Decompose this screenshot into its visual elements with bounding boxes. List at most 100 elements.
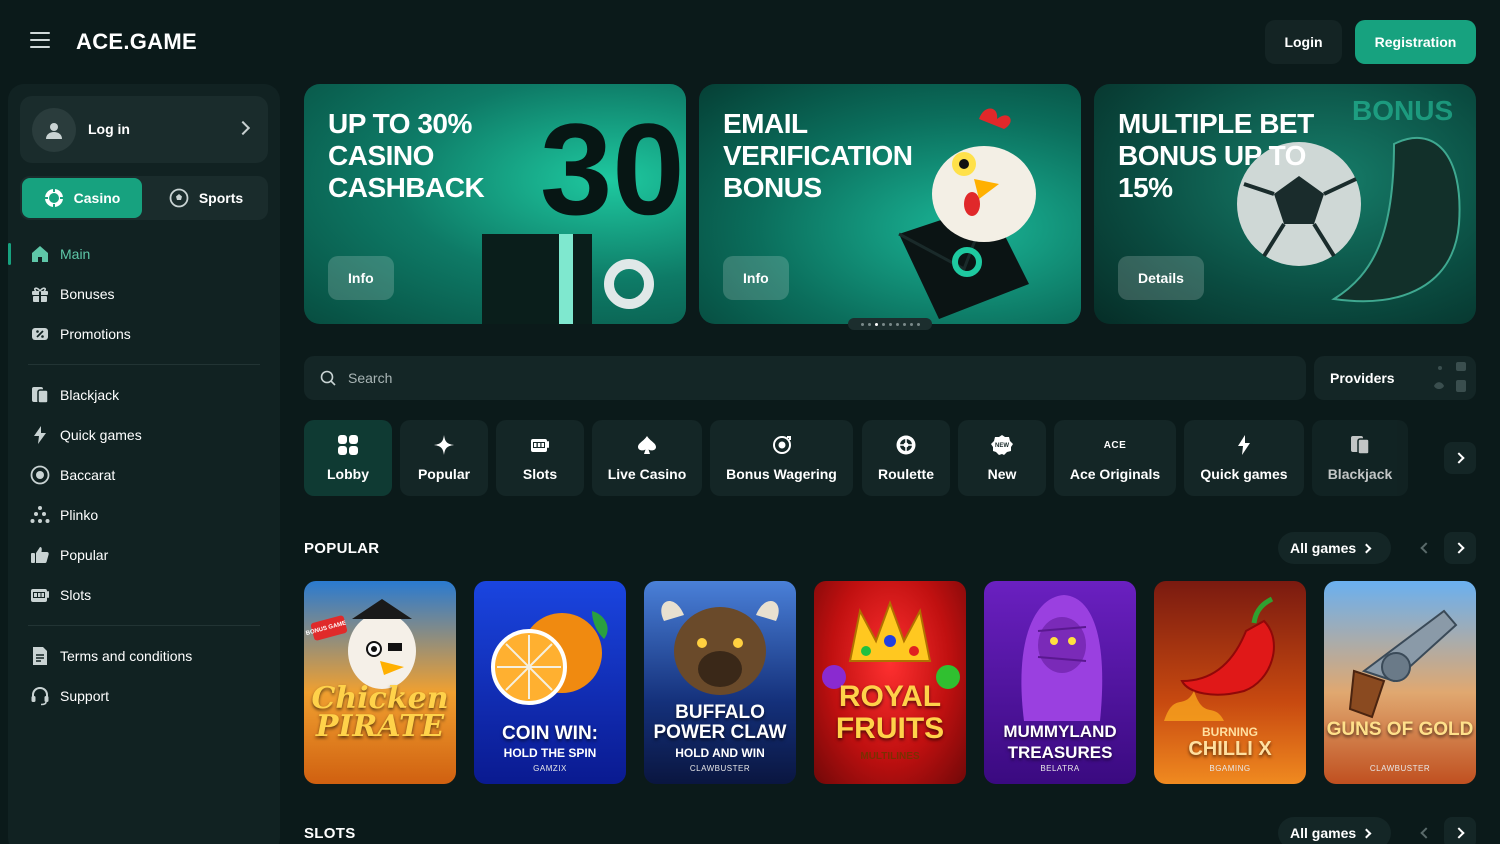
sidebar-item-label: Quick games <box>60 427 142 443</box>
home-icon <box>30 244 50 264</box>
carousel-pagination[interactable] <box>848 318 932 330</box>
banner-details-button[interactable]: Details <box>1118 256 1204 300</box>
sidebar-item-popular[interactable]: Popular <box>8 535 280 575</box>
banner-cashback[interactable]: 30 UP TO 30% CASINO CASHBACK Info <box>304 84 686 324</box>
sidebar-divider <box>28 364 260 365</box>
banner-email-verification[interactable]: EMAIL VERIFICATION BONUS Info <box>699 84 1081 324</box>
carousel-dot[interactable] <box>895 322 899 326</box>
sidebar: Log in Casino Sports Main Bonuses Promot… <box>8 84 280 844</box>
login-button[interactable]: Login <box>1265 20 1342 64</box>
category-quick-games[interactable]: Quick games <box>1184 420 1304 496</box>
sidebar-item-main[interactable]: Main <box>8 234 280 274</box>
category-label: Bonus Wagering <box>726 466 837 482</box>
ticket-icon <box>30 324 50 344</box>
sidebar-item-slots[interactable]: Slots <box>8 575 280 615</box>
game-subtitle: CHILLI X <box>1188 738 1272 760</box>
headset-icon <box>30 686 50 706</box>
providers-icons <box>1434 362 1466 392</box>
slots-prev-button[interactable] <box>1408 817 1440 844</box>
category-blackjack[interactable]: Blackjack <box>1312 420 1408 496</box>
top-header: ACE.GAME Login Registration <box>0 0 1500 84</box>
slots-all-games-button[interactable]: All games <box>1278 817 1391 844</box>
footer-nav: Terms and conditions Support <box>8 636 280 716</box>
sidebar-item-label: Promotions <box>60 326 131 342</box>
popular-all-games-button[interactable]: All games <box>1278 532 1391 564</box>
sidebar-item-label: Main <box>60 246 91 262</box>
section-title-popular: POPULAR <box>304 540 380 557</box>
svg-text:NEW: NEW <box>995 443 1009 449</box>
carousel-dot[interactable] <box>860 322 864 326</box>
carousel-dot[interactable] <box>902 322 906 326</box>
category-bonus-wagering[interactable]: Bonus Wagering <box>710 420 853 496</box>
category-slots[interactable]: Slots <box>496 420 584 496</box>
game-card-burning-chilli-x[interactable]: BURNING CHILLI X BGAMING <box>1154 581 1306 784</box>
carousel-dot[interactable] <box>909 322 913 326</box>
category-popular[interactable]: Popular <box>400 420 488 496</box>
chevron-right-icon <box>1361 543 1372 553</box>
game-card-guns-of-gold[interactable]: GUNS OF GOLD CLAWBUSTER <box>1324 581 1476 784</box>
cards-icon <box>1349 434 1371 456</box>
carousel-dot[interactable] <box>874 322 878 326</box>
carousel-dot[interactable] <box>881 322 885 326</box>
category-roulette[interactable]: Roulette <box>862 420 950 496</box>
lightning-icon <box>30 425 50 445</box>
search-input[interactable]: Search <box>304 356 1306 400</box>
sidebar-item-label: Slots <box>60 587 92 603</box>
game-card-buffalo-power-claw[interactable]: BUFFALO POWER CLAW HOLD AND WIN CLAWBUST… <box>644 581 796 784</box>
carousel-dot[interactable] <box>888 322 892 326</box>
registration-button[interactable]: Registration <box>1355 20 1476 64</box>
category-new[interactable]: NEW New <box>958 420 1046 496</box>
game-subtitle: MULTILINES <box>860 751 920 762</box>
slots-next-button[interactable] <box>1444 817 1476 844</box>
all-games-label: All games <box>1290 825 1357 841</box>
category-label: Slots <box>522 466 558 482</box>
casino-tab[interactable]: Casino <box>22 178 142 218</box>
thumbs-up-icon <box>30 545 50 565</box>
sidebar-item-blackjack[interactable]: Blackjack <box>8 375 280 415</box>
game-title: COIN WIN: <box>501 723 599 744</box>
game-card-coin-win[interactable]: COIN WIN: HOLD THE SPIN GAMZIX <box>474 581 626 784</box>
gift-icon <box>30 284 50 304</box>
chevron-right-icon <box>1361 828 1372 838</box>
banner-title: UP TO 30% CASINO CASHBACK <box>328 108 485 203</box>
popular-next-button[interactable] <box>1444 532 1476 564</box>
category-label: Blackjack <box>1327 466 1393 482</box>
providers-dropdown[interactable]: Providers <box>1314 356 1476 400</box>
sports-tab[interactable]: Sports <box>146 178 266 218</box>
game-card-mummyland-treasures[interactable]: MUMMYLAND TREASURES BELATRA <box>984 581 1136 784</box>
carousel-dot[interactable] <box>916 322 920 326</box>
carousel-dot[interactable] <box>867 322 871 326</box>
category-ace-originals[interactable]: ACE Ace Originals <box>1054 420 1176 496</box>
chevron-left-icon <box>1419 542 1432 554</box>
popular-prev-button[interactable] <box>1408 532 1440 564</box>
chevron-right-icon <box>1452 452 1465 464</box>
sidebar-item-baccarat[interactable]: Baccarat <box>8 455 280 495</box>
sidebar-item-promotions[interactable]: Promotions <box>8 314 280 354</box>
banner-title: MULTIPLE BET BONUS UP TO 15% <box>1118 108 1314 203</box>
categories-next-button[interactable] <box>1444 442 1476 474</box>
category-lobby[interactable]: Lobby <box>304 420 392 496</box>
banner-info-button[interactable]: Info <box>328 256 394 300</box>
game-provider: BGAMING <box>1209 764 1251 773</box>
banner-multiple-bet[interactable]: BONUS MULTIPLE BET BONUS UP TO 15% Detai… <box>1094 84 1476 324</box>
all-games-label: All games <box>1290 540 1357 556</box>
sidebar-item-plinko[interactable]: Plinko <box>8 495 280 535</box>
sidebar-item-quick-games[interactable]: Quick games <box>8 415 280 455</box>
category-label: Ace Originals <box>1069 466 1161 482</box>
banner-info-button[interactable]: Info <box>723 256 789 300</box>
sidebar-login-card[interactable]: Log in <box>20 96 268 163</box>
site-logo[interactable]: ACE.GAME <box>76 29 197 55</box>
game-subtitle: HOLD AND WIN <box>675 746 765 760</box>
category-live-casino[interactable]: Live Casino <box>592 420 702 496</box>
casino-chip-icon <box>44 189 63 207</box>
sidebar-item-support[interactable]: Support <box>8 676 280 716</box>
slot-machine-icon <box>529 434 551 456</box>
game-card-chicken-pirate[interactable]: BONUS GAME Chicken PIRATE <box>304 581 456 784</box>
spade-icon <box>636 434 658 456</box>
hamburger-menu-icon[interactable] <box>30 32 50 50</box>
soccer-ball-icon <box>169 188 189 208</box>
sidebar-item-bonuses[interactable]: Bonuses <box>8 274 280 314</box>
casino-tab-label: Casino <box>73 190 121 206</box>
sidebar-item-terms[interactable]: Terms and conditions <box>8 636 280 676</box>
game-card-royal-fruits[interactable]: ROYAL FRUITS MULTILINES <box>814 581 966 784</box>
